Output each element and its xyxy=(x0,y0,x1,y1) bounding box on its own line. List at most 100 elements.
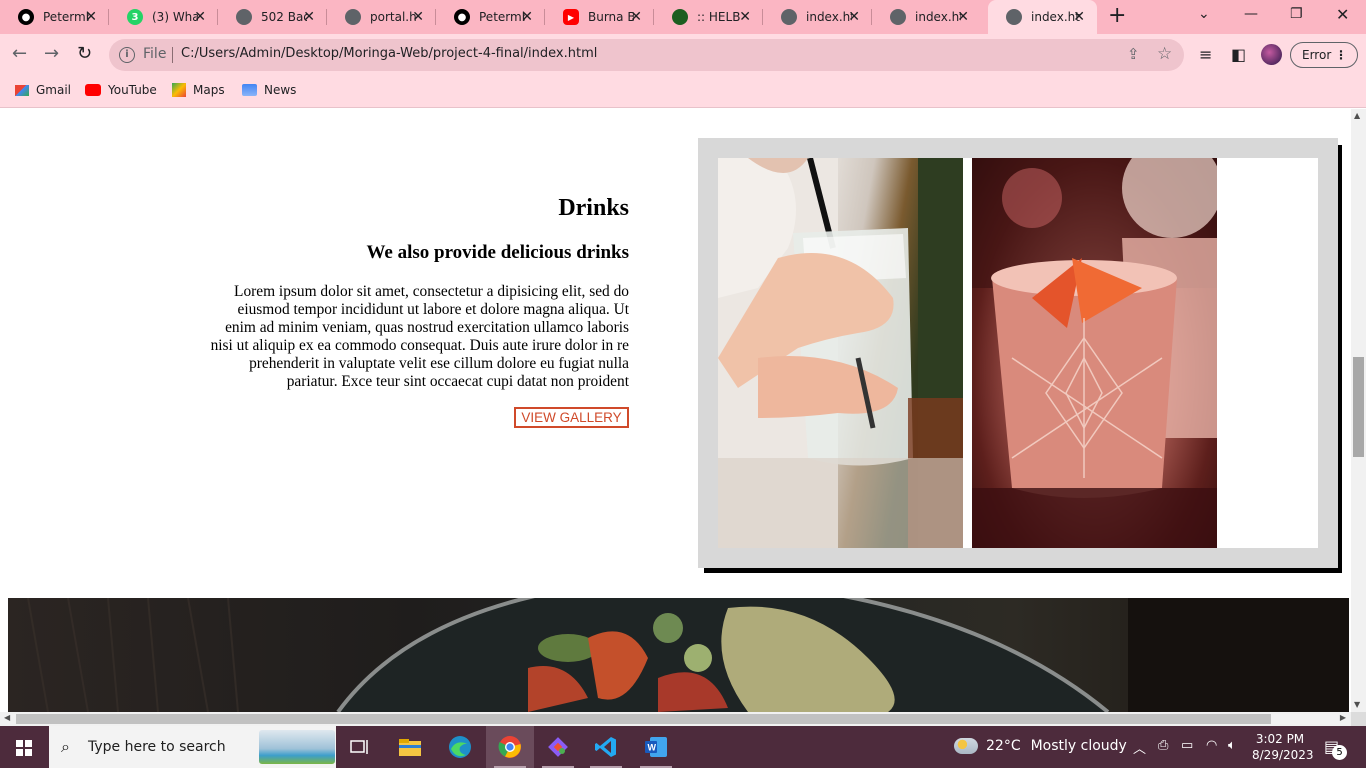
search-highlight-image[interactable] xyxy=(259,730,335,764)
close-window-icon[interactable]: ✕ xyxy=(1336,5,1349,24)
tab[interactable]: index.htm ✕ xyxy=(763,0,872,34)
tab[interactable]: portal.he ✕ xyxy=(327,0,436,34)
share-icon[interactable]: ⇪ xyxy=(1127,45,1140,63)
scroll-down-icon[interactable]: ▼ xyxy=(1354,700,1360,709)
section-subtitle: We also provide delicious drinks xyxy=(366,242,629,263)
scrollbar-corner xyxy=(1351,712,1366,726)
tab[interactable]: ▶ Burna Bo ✕ xyxy=(545,0,654,34)
wifi-icon[interactable]: ◠ xyxy=(1206,738,1217,753)
tab-close-icon[interactable]: ✕ xyxy=(412,9,424,25)
edge-icon[interactable] xyxy=(436,726,484,768)
vertical-scrollbar[interactable]: ▲ ▼ xyxy=(1351,109,1366,712)
horizontal-scroll-thumb[interactable] xyxy=(16,714,1271,724)
task-view-icon[interactable] xyxy=(336,726,384,768)
bookmark-maps[interactable]: Maps xyxy=(172,83,225,97)
clock-time: 3:02 PM xyxy=(1255,732,1305,746)
bookmark-star-icon[interactable]: ☆ xyxy=(1157,44,1172,64)
github-icon: ● xyxy=(454,9,470,25)
volume-icon[interactable]: 🔈︎ xyxy=(1228,738,1236,753)
git-icon[interactable] xyxy=(534,726,582,768)
url-text[interactable]: C:/Users/Admin/Desktop/Moringa-Web/proje… xyxy=(181,46,597,61)
profile-error-button[interactable]: Error ⋮ xyxy=(1290,42,1358,68)
tab-title: Petermb xyxy=(479,10,525,24)
tab[interactable]: 502 Bad ✕ xyxy=(218,0,327,34)
bookmarks-bar: Gmail YouTube Maps News xyxy=(0,76,1366,108)
error-label: Error xyxy=(1302,48,1332,62)
back-icon[interactable]: ← xyxy=(12,44,27,64)
gallery-inner xyxy=(718,158,1318,548)
tab-close-icon[interactable]: ✕ xyxy=(194,9,206,25)
scroll-right-icon[interactable]: ▶ xyxy=(1340,713,1346,722)
avatar[interactable] xyxy=(1261,44,1282,65)
tab-close-icon[interactable]: ✕ xyxy=(521,9,533,25)
chrome-icon[interactable] xyxy=(486,726,534,768)
tab[interactable]: 3 (3) What ✕ xyxy=(109,0,218,34)
view-gallery-button[interactable]: VIEW GALLERY xyxy=(514,407,629,428)
page-viewport: Drinks We also provide delicious drinks … xyxy=(0,109,1351,712)
globe-icon xyxy=(345,9,361,25)
tab-active[interactable]: index.htm ✕ xyxy=(988,0,1097,34)
notification-center-icon[interactable]: ▤ 5 xyxy=(1324,737,1347,760)
search-icon: ⌕ xyxy=(61,737,70,756)
vscode-icon[interactable] xyxy=(582,726,630,768)
battery-icon[interactable]: ▭ xyxy=(1181,738,1193,753)
address-bar[interactable]: i File C:/Users/Admin/Desktop/Moringa-We… xyxy=(109,39,1184,71)
notification-badge: 5 xyxy=(1332,745,1347,760)
globe-icon xyxy=(1006,9,1022,25)
info-icon[interactable]: i xyxy=(119,47,135,63)
vertical-scroll-thumb[interactable] xyxy=(1353,357,1364,457)
weather-widget[interactable]: 22°C Mostly cloudy xyxy=(954,738,1127,754)
tab[interactable]: ● Petermb ✕ xyxy=(0,0,109,34)
tab[interactable]: ● Petermb ✕ xyxy=(436,0,545,34)
tab[interactable]: :: HELB P ✕ xyxy=(654,0,763,34)
scroll-up-icon[interactable]: ▲ xyxy=(1354,111,1360,120)
reading-list-icon[interactable]: ≡ xyxy=(1199,45,1212,64)
cloudy-weather-icon xyxy=(954,738,978,754)
maps-icon xyxy=(172,83,186,97)
menu-kebab-icon[interactable]: ⋮ xyxy=(1335,43,1347,67)
bookmark-gmail[interactable]: Gmail xyxy=(15,83,71,97)
youtube-icon xyxy=(85,84,101,96)
helb-icon xyxy=(672,9,688,25)
tab-close-icon[interactable]: ✕ xyxy=(848,9,860,25)
tab-search-icon[interactable]: ⌄ xyxy=(1198,6,1210,22)
bookmark-label: Gmail xyxy=(36,83,72,97)
bookmark-youtube[interactable]: YouTube xyxy=(85,83,157,97)
browser-toolbar: ← → ↻ i File C:/Users/Admin/Desktop/Mori… xyxy=(0,34,1366,76)
news-icon xyxy=(242,84,257,96)
tab-title: portal.he xyxy=(370,10,416,24)
scroll-left-icon[interactable]: ◀ xyxy=(4,713,10,722)
meet-now-icon[interactable]: ⎙ xyxy=(1158,738,1168,753)
new-tab-icon[interactable]: + xyxy=(1108,5,1126,27)
tab-close-icon[interactable]: ✕ xyxy=(303,9,315,25)
tab-close-icon[interactable]: ✕ xyxy=(85,9,97,25)
restore-icon[interactable]: ❐ xyxy=(1290,6,1303,22)
chevron-up-icon[interactable]: ︿ xyxy=(1133,738,1146,757)
tab-title: index.htm xyxy=(915,10,961,24)
horizontal-scrollbar[interactable]: ◀ ▶ xyxy=(0,712,1351,726)
tab-close-icon[interactable]: ✕ xyxy=(630,9,642,25)
file-explorer-icon[interactable] xyxy=(386,726,434,768)
taskbar-search[interactable]: ⌕ Type here to search xyxy=(49,726,336,768)
word-icon[interactable]: W xyxy=(632,726,680,768)
tab[interactable]: index.htm ✕ xyxy=(872,0,981,34)
bookmark-news[interactable]: News xyxy=(242,83,296,97)
tab-title: index.htm xyxy=(806,10,852,24)
drink-photo-woman-glass xyxy=(718,158,963,548)
tab-title: Petermb xyxy=(43,10,89,24)
bookmark-label: Maps xyxy=(193,83,225,97)
gmail-icon xyxy=(15,84,29,96)
minimize-icon[interactable]: — xyxy=(1244,6,1258,22)
side-panel-icon[interactable]: ◧ xyxy=(1231,45,1246,64)
taskbar-clock[interactable]: 3:02 PM 8/29/2023 xyxy=(1252,731,1314,763)
bookmark-label: YouTube xyxy=(108,83,157,97)
reload-icon[interactable]: ↻ xyxy=(77,44,92,64)
tab-title: 502 Bad xyxy=(261,10,307,24)
tab-close-icon[interactable]: ✕ xyxy=(1073,9,1085,25)
start-button[interactable] xyxy=(0,726,48,768)
tab-title: Burna Bo xyxy=(588,10,634,24)
forward-icon[interactable]: → xyxy=(44,44,59,64)
tab-close-icon[interactable]: ✕ xyxy=(739,9,751,25)
scheme-label: File xyxy=(143,46,167,62)
tab-close-icon[interactable]: ✕ xyxy=(957,9,969,25)
